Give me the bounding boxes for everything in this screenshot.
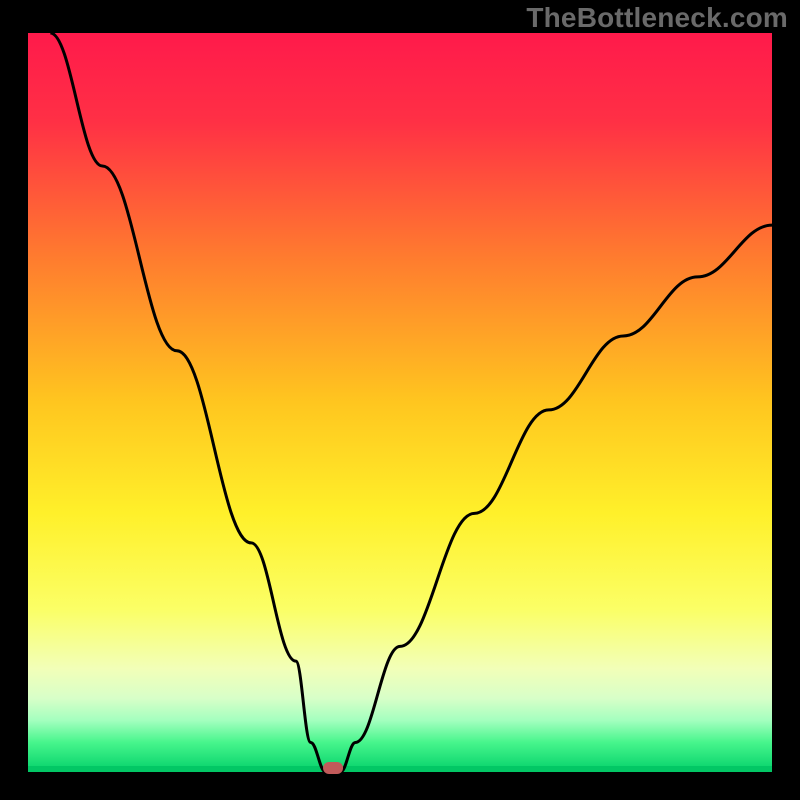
bottleneck-chart xyxy=(0,0,800,800)
dip-marker xyxy=(323,762,343,774)
watermark-text: TheBottleneck.com xyxy=(526,2,788,34)
stage: TheBottleneck.com xyxy=(0,0,800,800)
plot-area xyxy=(28,33,772,772)
baseline-strip xyxy=(28,766,772,772)
